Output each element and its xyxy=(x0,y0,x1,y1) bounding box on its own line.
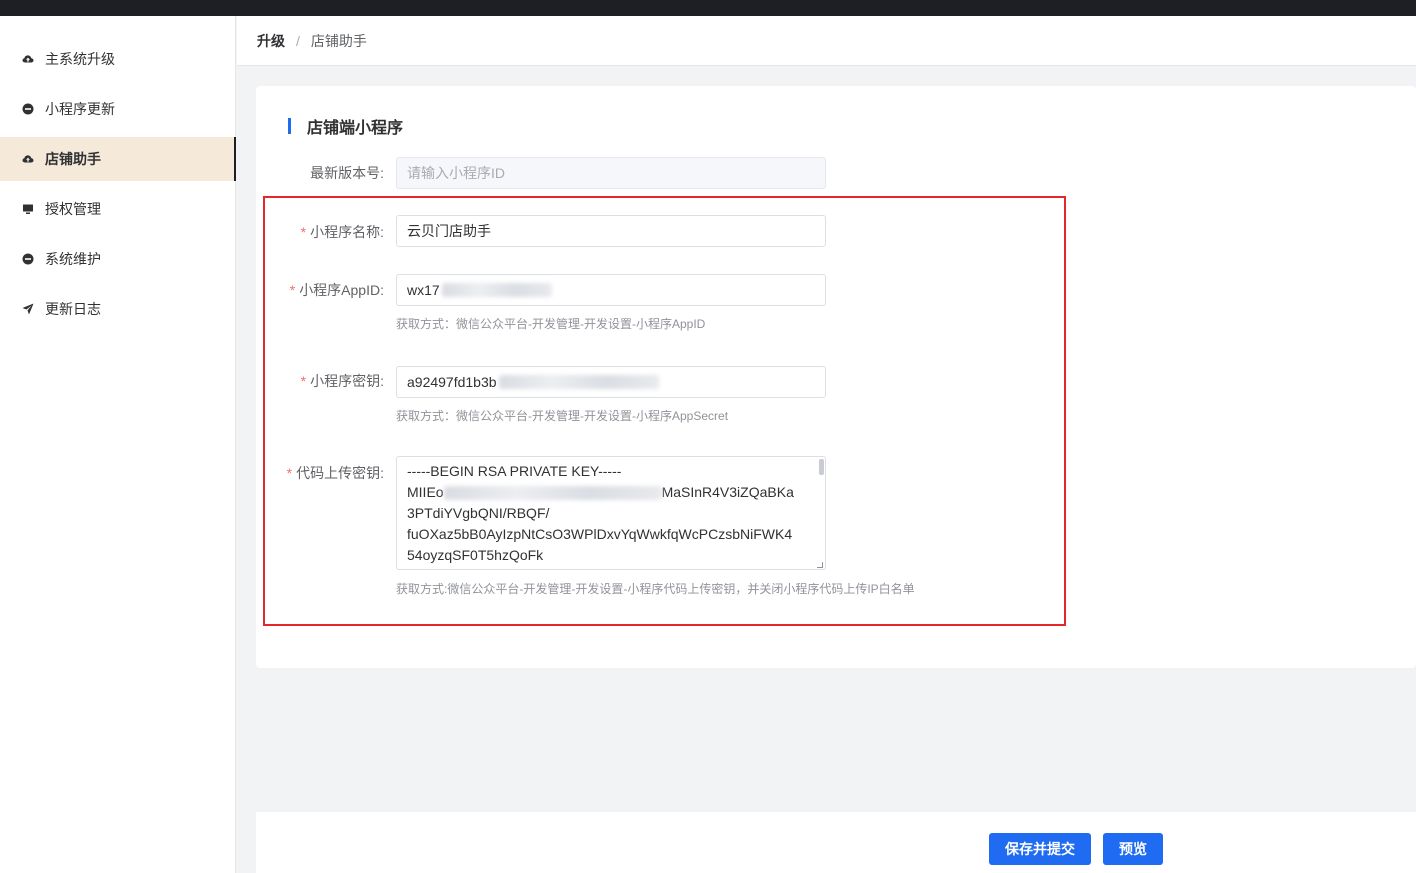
sidebar-item-authorization[interactable]: 授权管理 xyxy=(0,187,236,231)
footer-actions: 保存并提交 预览 xyxy=(256,812,1416,873)
redacted-blur xyxy=(443,486,662,501)
sidebar-item-main-upgrade[interactable]: 主系统升级 xyxy=(0,37,236,81)
send-icon xyxy=(22,303,34,315)
name-input[interactable]: 云贝门店助手 xyxy=(396,215,826,247)
required-mark: * xyxy=(300,224,307,240)
cloud-upload-icon xyxy=(22,153,34,165)
sidebar-item-label: 系统维护 xyxy=(45,251,101,267)
section-title-text: 店铺端小程序 xyxy=(307,120,404,137)
save-submit-button[interactable]: 保存并提交 xyxy=(989,833,1091,865)
sidebar-item-miniprogram-update[interactable]: 小程序更新 xyxy=(0,87,236,131)
key-line: 3PTdiYVgbQNI/RBQF/ xyxy=(407,505,550,521)
monitor-icon xyxy=(22,203,34,215)
appid-label: * 小程序AppID: xyxy=(289,282,384,298)
name-label: * 小程序名称: xyxy=(300,224,384,240)
section-title: 店铺端小程序 xyxy=(288,116,404,137)
breadcrumb-root[interactable]: 升级 xyxy=(257,31,285,51)
textarea-scrollbar[interactable] xyxy=(819,459,824,475)
required-mark: * xyxy=(286,465,293,481)
sidebar-item-label: 主系统升级 xyxy=(45,51,115,67)
resize-handle[interactable] xyxy=(817,562,823,568)
appid-help: 获取方式：微信公众平台-开发管理-开发设置-小程序AppID xyxy=(396,317,706,331)
key-line: fuOXaz5bB0AyIzpNtCsO3WPlDxvYqWwkfqWcPCzs… xyxy=(407,526,793,542)
sidebar: 主系统升级 小程序更新 店铺助手 授权管理 系统维护 更新日志 xyxy=(0,16,236,873)
required-mark: * xyxy=(289,282,296,298)
sidebar-item-shop-assistant[interactable]: 店铺助手 xyxy=(0,137,236,181)
preview-button[interactable]: 预览 xyxy=(1103,833,1163,865)
breadcrumb-separator: / xyxy=(296,32,300,49)
breadcrumb-current: 店铺助手 xyxy=(310,32,367,49)
form-card: 店铺端小程序 最新版本号: *小程序名称: 云贝门店助手 *小程序AppID: … xyxy=(256,86,1416,668)
name-input-value: 云贝门店助手 xyxy=(407,223,491,239)
sidebar-item-label: 小程序更新 xyxy=(45,101,115,117)
breadcrumb: 升级 / 店铺助手 xyxy=(237,16,1416,66)
upload-key-help: 获取方式:微信公众平台-开发管理-开发设置-小程序代码上传密钥，并关闭小程序代码… xyxy=(396,582,915,596)
redacted-blur xyxy=(441,283,552,297)
secret-help: 获取方式：微信公众平台-开发管理-开发设置-小程序AppSecret xyxy=(396,409,729,423)
sidebar-item-label: 店铺助手 xyxy=(45,151,101,167)
appid-input[interactable]: wx17 xyxy=(396,274,826,306)
secret-input-value: a92497fd1b3b xyxy=(407,374,497,390)
secret-label: * 小程序密钥: xyxy=(300,373,384,389)
sidebar-item-label: 授权管理 xyxy=(45,201,101,217)
cloud-upload-icon xyxy=(22,53,34,65)
sidebar-item-update-log[interactable]: 更新日志 xyxy=(0,287,236,331)
upload-key-textarea[interactable]: -----BEGIN RSA PRIVATE KEY----- MIIEo MaS… xyxy=(396,456,826,570)
redacted-blur xyxy=(498,375,659,389)
sidebar-item-maintenance[interactable]: 系统维护 xyxy=(0,237,236,281)
key-line: 54oyzqSF0T5hzQoFk xyxy=(407,547,544,563)
secret-input[interactable]: a92497fd1b3b xyxy=(396,366,826,398)
upload-key-label: * 代码上传密钥: xyxy=(286,465,384,481)
appid-input-value: wx17 xyxy=(407,282,440,298)
required-mark: * xyxy=(300,373,307,389)
top-bar xyxy=(0,0,1416,16)
key-line: -----BEGIN RSA PRIVATE KEY----- xyxy=(407,463,622,479)
sidebar-item-label: 更新日志 xyxy=(45,301,101,317)
version-label: 最新版本号: xyxy=(310,165,384,181)
minus-circle-icon xyxy=(22,253,34,265)
title-accent-bar xyxy=(288,118,291,134)
minus-circle-icon xyxy=(22,103,34,115)
key-line: MIIEo MaSInR4V3iZQaBKa xyxy=(407,484,794,501)
version-input xyxy=(396,157,826,189)
